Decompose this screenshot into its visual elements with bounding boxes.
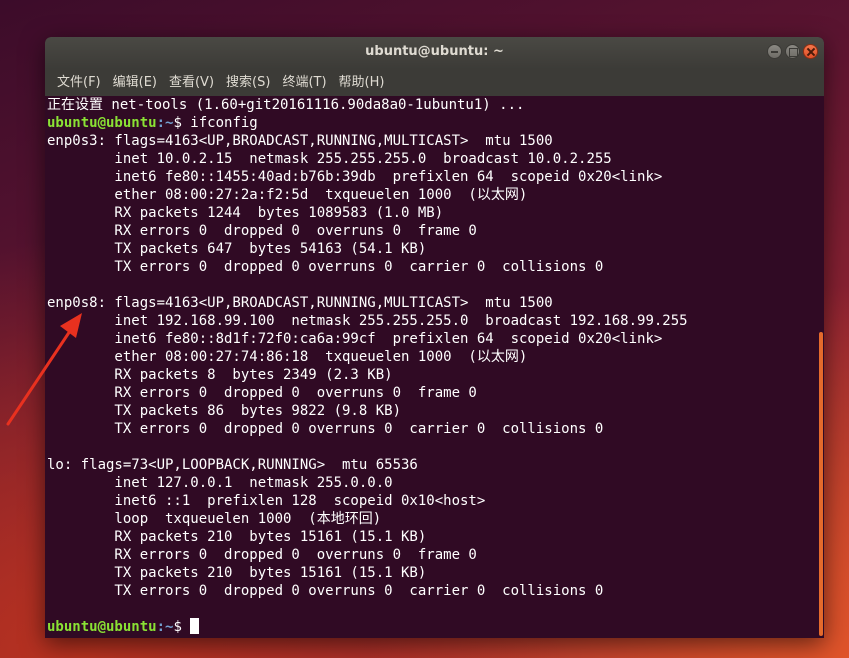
prompt-sign: $ [173, 115, 191, 131]
terminal-line: inet 10.0.2.15 netmask 255.255.255.0 bro… [47, 151, 612, 167]
prompt-path: :~ [156, 619, 174, 635]
terminal-window: ubuntu@ubuntu: ~ 文件(F) 编辑(E) 查看(V) 搜索(S)… [45, 37, 824, 638]
terminal-line: 正在设置 net-tools (1.60+git20161116.90da8a0… [47, 97, 525, 113]
menu-edit[interactable]: 编辑(E) [107, 69, 163, 96]
terminal-line: RX errors 0 dropped 0 overruns 0 frame 0 [47, 223, 477, 239]
terminal-line: ether 08:00:27:74:86:18 txqueuelen 1000 … [47, 349, 528, 365]
terminal-line: inet 192.168.99.100 netmask 255.255.255.… [47, 313, 688, 329]
prompt-line: ubuntu@ubuntu:~$ ifconfig [47, 114, 818, 132]
prompt-path: :~ [156, 115, 174, 131]
maximize-icon[interactable] [785, 44, 800, 59]
command-text: ifconfig [190, 115, 258, 131]
window-controls [767, 44, 818, 62]
terminal-line: loop txqueuelen 1000 (本地环回) [47, 511, 382, 527]
scrollbar-thumb[interactable] [819, 332, 823, 636]
terminal-line: inet6 fe80::8d1f:72f0:ca6a:99cf prefixle… [47, 331, 663, 347]
prompt-sign: $ [173, 619, 191, 635]
prompt-user: ubuntu@ubuntu [47, 619, 157, 635]
terminal-line: TX packets 210 bytes 15161 (15.1 KB) [47, 565, 427, 581]
title-bar[interactable]: ubuntu@ubuntu: ~ [45, 37, 824, 69]
terminal-line: TX packets 86 bytes 9822 (9.8 KB) [47, 403, 402, 419]
terminal-line: RX packets 210 bytes 15161 (15.1 KB) [47, 529, 427, 545]
terminal-line: TX errors 0 dropped 0 overruns 0 carrier… [47, 259, 604, 275]
minimize-icon[interactable] [767, 44, 782, 59]
terminal-line: TX errors 0 dropped 0 overruns 0 carrier… [47, 421, 604, 437]
terminal-line: lo: flags=73<UP,LOOPBACK,RUNNING> mtu 65… [47, 457, 418, 473]
menu-search[interactable]: 搜索(S) [220, 69, 276, 96]
prompt-user: ubuntu@ubuntu [47, 115, 157, 131]
terminal-line: ether 08:00:27:2a:f2:5d txqueuelen 1000 … [47, 187, 528, 203]
terminal-line: TX errors 0 dropped 0 overruns 0 carrier… [47, 583, 604, 599]
window-title: ubuntu@ubuntu: ~ [365, 44, 504, 59]
terminal-line: RX packets 1244 bytes 1089583 (1.0 MB) [47, 205, 444, 221]
cursor [190, 618, 200, 634]
terminal-output[interactable]: 正在设置 net-tools (1.60+git20161116.90da8a0… [45, 96, 818, 638]
terminal-line: TX packets 647 bytes 54163 (54.1 KB) [47, 241, 427, 257]
close-icon[interactable] [803, 44, 818, 59]
scrollbar[interactable] [818, 96, 824, 638]
prompt-line: ubuntu@ubuntu:~$ [47, 618, 818, 636]
terminal-line: RX errors 0 dropped 0 overruns 0 frame 0 [47, 547, 477, 563]
menu-terminal[interactable]: 终端(T) [276, 69, 332, 96]
terminal-line: enp0s3: flags=4163<UP,BROADCAST,RUNNING,… [47, 133, 553, 149]
menu-file[interactable]: 文件(F) [51, 69, 107, 96]
terminal-line: RX errors 0 dropped 0 overruns 0 frame 0 [47, 385, 477, 401]
desktop-background [0, 0, 45, 658]
menu-view[interactable]: 查看(V) [163, 69, 220, 96]
terminal-line: enp0s8: flags=4163<UP,BROADCAST,RUNNING,… [47, 295, 553, 311]
menu-help[interactable]: 帮助(H) [333, 69, 391, 96]
terminal-line: RX packets 8 bytes 2349 (2.3 KB) [47, 367, 393, 383]
terminal-line: inet 127.0.0.1 netmask 255.0.0.0 [47, 475, 393, 491]
terminal-line: inet6 fe80::1455:40ad:b76b:39db prefixle… [47, 169, 663, 185]
terminal-line: inet6 ::1 prefixlen 128 scopeid 0x10<hos… [47, 493, 486, 509]
menu-bar: 文件(F) 编辑(E) 查看(V) 搜索(S) 终端(T) 帮助(H) [45, 69, 824, 96]
